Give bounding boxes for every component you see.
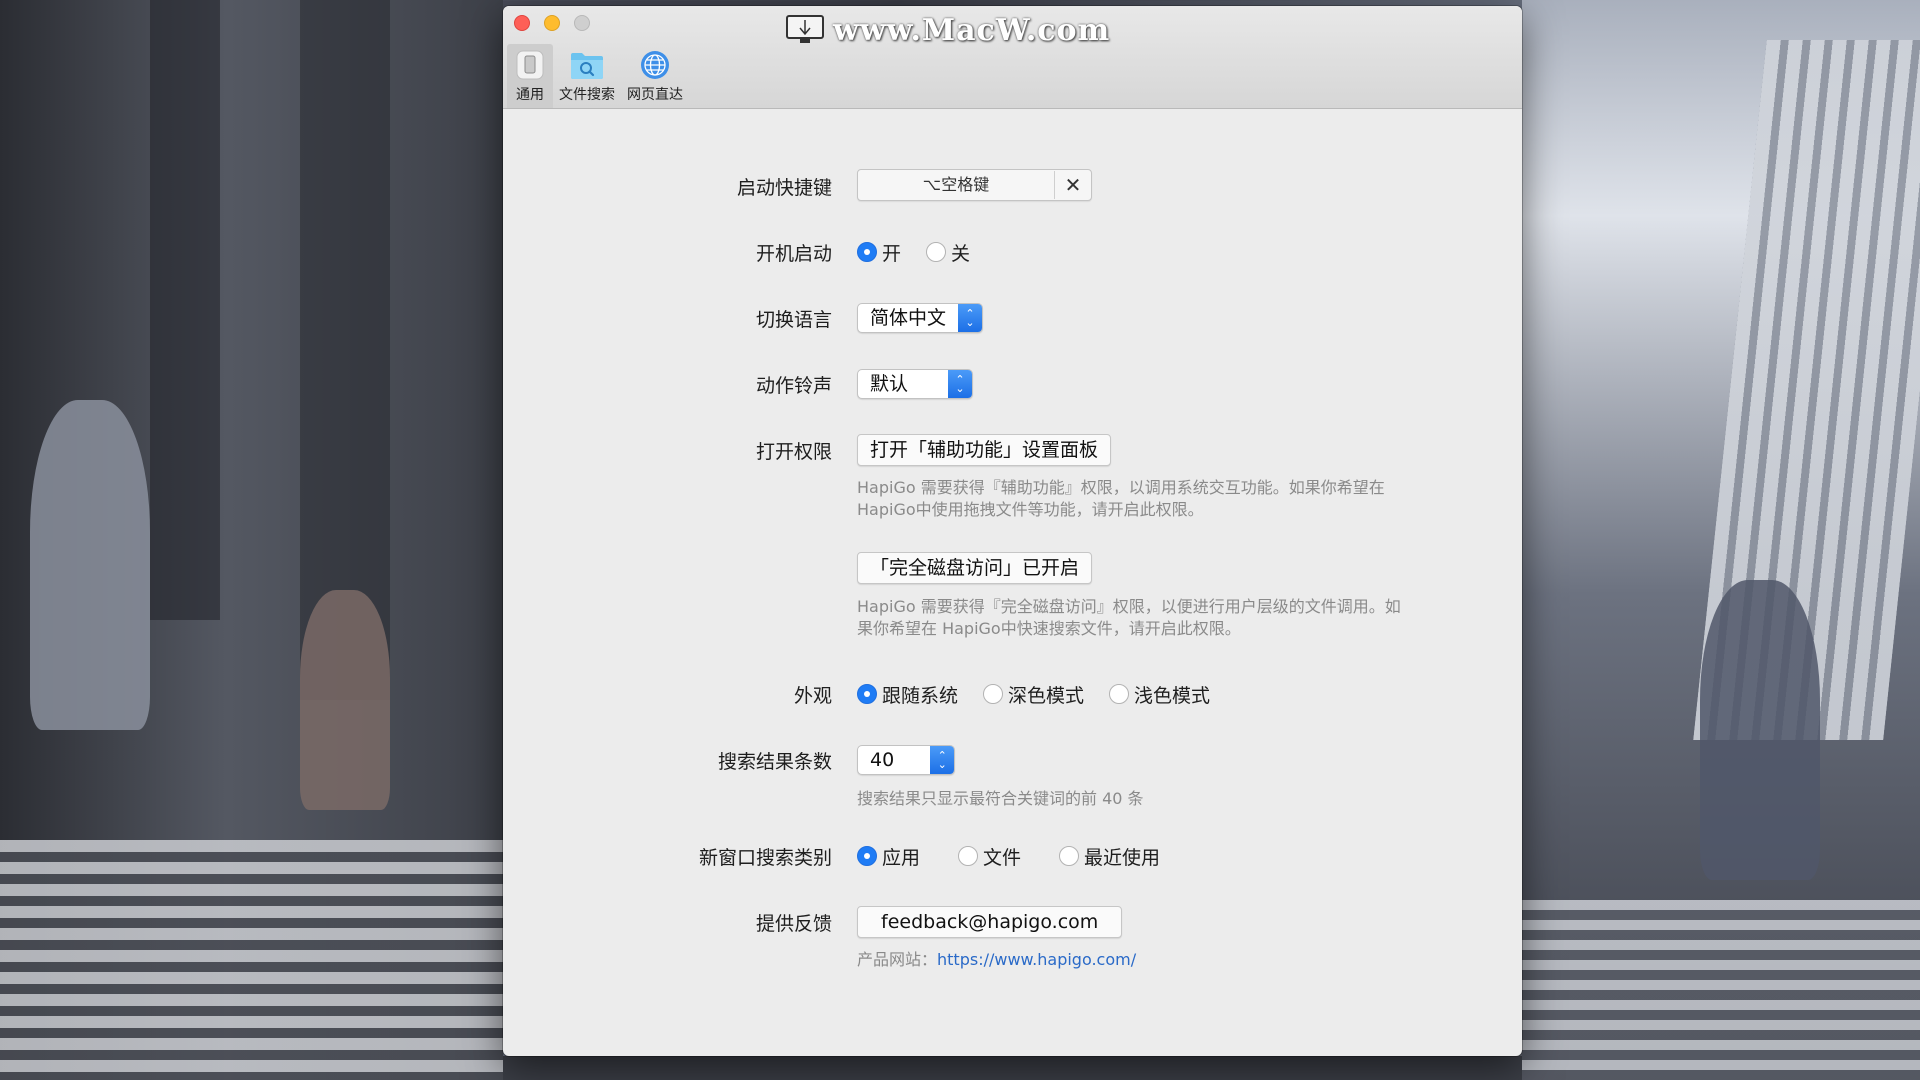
sound-select-value: 默认	[870, 373, 909, 395]
product-website-link[interactable]: https://www.hapigo.com/	[937, 950, 1136, 969]
monitor-icon	[786, 15, 824, 43]
accessibility-hint-line-2: HapiGo中使用拖拽文件等功能，请开启此权限。	[857, 500, 1204, 519]
sound-select[interactable]: 默认 ⌃ ⌄	[857, 369, 974, 399]
radio-dark-mode-label: 深色模式	[1008, 684, 1085, 707]
minimize-window-button[interactable]	[544, 15, 560, 31]
radio-button[interactable]	[958, 846, 979, 866]
result-count-value[interactable]: 40	[858, 746, 930, 774]
radio-launch-on[interactable]: 开	[857, 239, 901, 266]
preferences-toolbar: 通用 文件搜索 网页直达	[507, 44, 689, 108]
full-disk-access-hint: HapiGo 需要获得『完全磁盘访问』权限，以便进行用户层级的文件调用。如 果你…	[857, 596, 1487, 640]
radio-button[interactable]	[926, 242, 947, 262]
result-count-hint: 搜索结果只显示最符合关键词的前 40 条	[857, 789, 1144, 808]
radio-dark-mode[interactable]: 深色模式	[983, 681, 1084, 708]
feedback-email-button[interactable]: feedback@hapigo.com	[857, 906, 1123, 938]
tab-web-direct-label: 网页直达	[627, 87, 683, 103]
accessibility-hint-line-1: HapiGo 需要获得『辅助功能』权限，以调用系统交互功能。如果你希望在	[857, 478, 1385, 497]
zoom-window-button[interactable]	[574, 15, 590, 31]
radio-category-recent-label: 最近使用	[1084, 846, 1161, 869]
launch-at-login-label: 开机启动	[755, 243, 832, 265]
result-count-label: 搜索结果条数	[717, 751, 832, 773]
watermark-text: www.MacW.com	[833, 12, 1111, 48]
result-count-stepper[interactable]: 40 ⌃ ⌄	[857, 745, 956, 775]
shortcut-label: 启动快捷键	[736, 177, 832, 199]
product-website-line: 产品网站：https://www.hapigo.com/	[857, 949, 1487, 971]
clear-shortcut-button[interactable]: ✕	[1055, 171, 1091, 199]
radio-light-mode[interactable]: 浅色模式	[1109, 681, 1210, 708]
shortcut-field[interactable]: ⌥空格键	[858, 171, 1055, 199]
accessibility-hint: HapiGo 需要获得『辅助功能』权限，以调用系统交互功能。如果你希望在 Hap…	[857, 477, 1487, 521]
tab-general-label: 通用	[516, 87, 544, 103]
new-window-category-radio-group: 应用 文件 最近使用	[857, 842, 1185, 870]
radio-category-recent[interactable]: 最近使用	[1059, 843, 1160, 870]
radio-category-files-label: 文件	[983, 846, 1022, 869]
general-settings-panel: 启动快捷键 ⌥空格键 ✕ 开机启动 开 关 切换语言 简体中文 ⌃ ⌄ 动作铃声 …	[503, 109, 1522, 1056]
tab-general[interactable]: 通用	[507, 44, 553, 108]
sound-label: 动作铃声	[755, 375, 832, 397]
language-select-value: 简体中文	[870, 307, 947, 329]
radio-button[interactable]	[1109, 684, 1130, 704]
disk-hint-line-1: HapiGo 需要获得『完全磁盘访问』权限，以便进行用户层级的文件调用。如	[857, 597, 1401, 616]
chevron-up-down-icon: ⌃ ⌄	[958, 304, 983, 332]
open-accessibility-settings-button[interactable]: 打开「辅助功能」设置面板	[857, 434, 1112, 466]
appearance-radio-group: 跟随系统 深色模式 浅色模式	[857, 680, 1235, 708]
product-website-label: 产品网站：	[857, 950, 938, 969]
radio-button[interactable]	[1059, 846, 1080, 866]
language-label: 切换语言	[755, 309, 832, 331]
radio-light-mode-label: 浅色模式	[1134, 684, 1211, 707]
radio-launch-off-label: 关	[951, 242, 971, 265]
watermark: www.MacW.com	[785, 8, 1110, 52]
tab-web-direct[interactable]: 网页直达	[621, 44, 689, 108]
radio-category-apps-label: 应用	[882, 846, 921, 869]
radio-button[interactable]	[983, 684, 1004, 704]
new-window-category-label: 新窗口搜索类别	[698, 847, 832, 869]
shortcut-recorder[interactable]: ⌥空格键 ✕	[857, 169, 1092, 201]
tab-file-search-label: 文件搜索	[559, 87, 615, 103]
title-bar: www.MacW.com 通用 文件搜索 网页直达	[503, 6, 1522, 109]
folder-search-icon	[570, 48, 604, 82]
radio-follow-system[interactable]: 跟随系统	[857, 681, 958, 708]
tab-file-search[interactable]: 文件搜索	[553, 44, 621, 108]
stepper-arrows-icon[interactable]: ⌃ ⌄	[930, 746, 955, 774]
radio-button-selected[interactable]	[857, 846, 877, 866]
permissions-label: 打开权限	[755, 441, 832, 463]
full-disk-access-button[interactable]: 「完全磁盘访问」已开启	[857, 552, 1093, 584]
phone-icon	[513, 48, 547, 82]
close-window-button[interactable]	[514, 15, 530, 31]
appearance-label: 外观	[793, 685, 832, 707]
radio-category-apps[interactable]: 应用	[857, 843, 920, 870]
radio-follow-system-label: 跟随系统	[882, 684, 959, 707]
radio-button-selected[interactable]	[857, 242, 877, 262]
language-select[interactable]: 简体中文 ⌃ ⌄	[857, 303, 984, 333]
radio-button-selected[interactable]	[857, 684, 877, 704]
radio-category-files[interactable]: 文件	[958, 843, 1021, 870]
preferences-window: www.MacW.com 通用 文件搜索 网页直达 启动快捷键 ⌥空格键 ✕ 开…	[503, 6, 1522, 1056]
disk-hint-line-2: 果你希望在 HapiGo中快速搜索文件，请开启此权限。	[857, 619, 1241, 638]
chevron-up-down-icon: ⌃ ⌄	[948, 370, 973, 398]
launch-at-login-radio-group: 开 关	[857, 238, 995, 266]
radio-launch-off[interactable]: 关	[926, 239, 970, 266]
feedback-label: 提供反馈	[755, 913, 832, 935]
globe-icon	[638, 48, 672, 82]
radio-launch-on-label: 开	[882, 242, 902, 265]
